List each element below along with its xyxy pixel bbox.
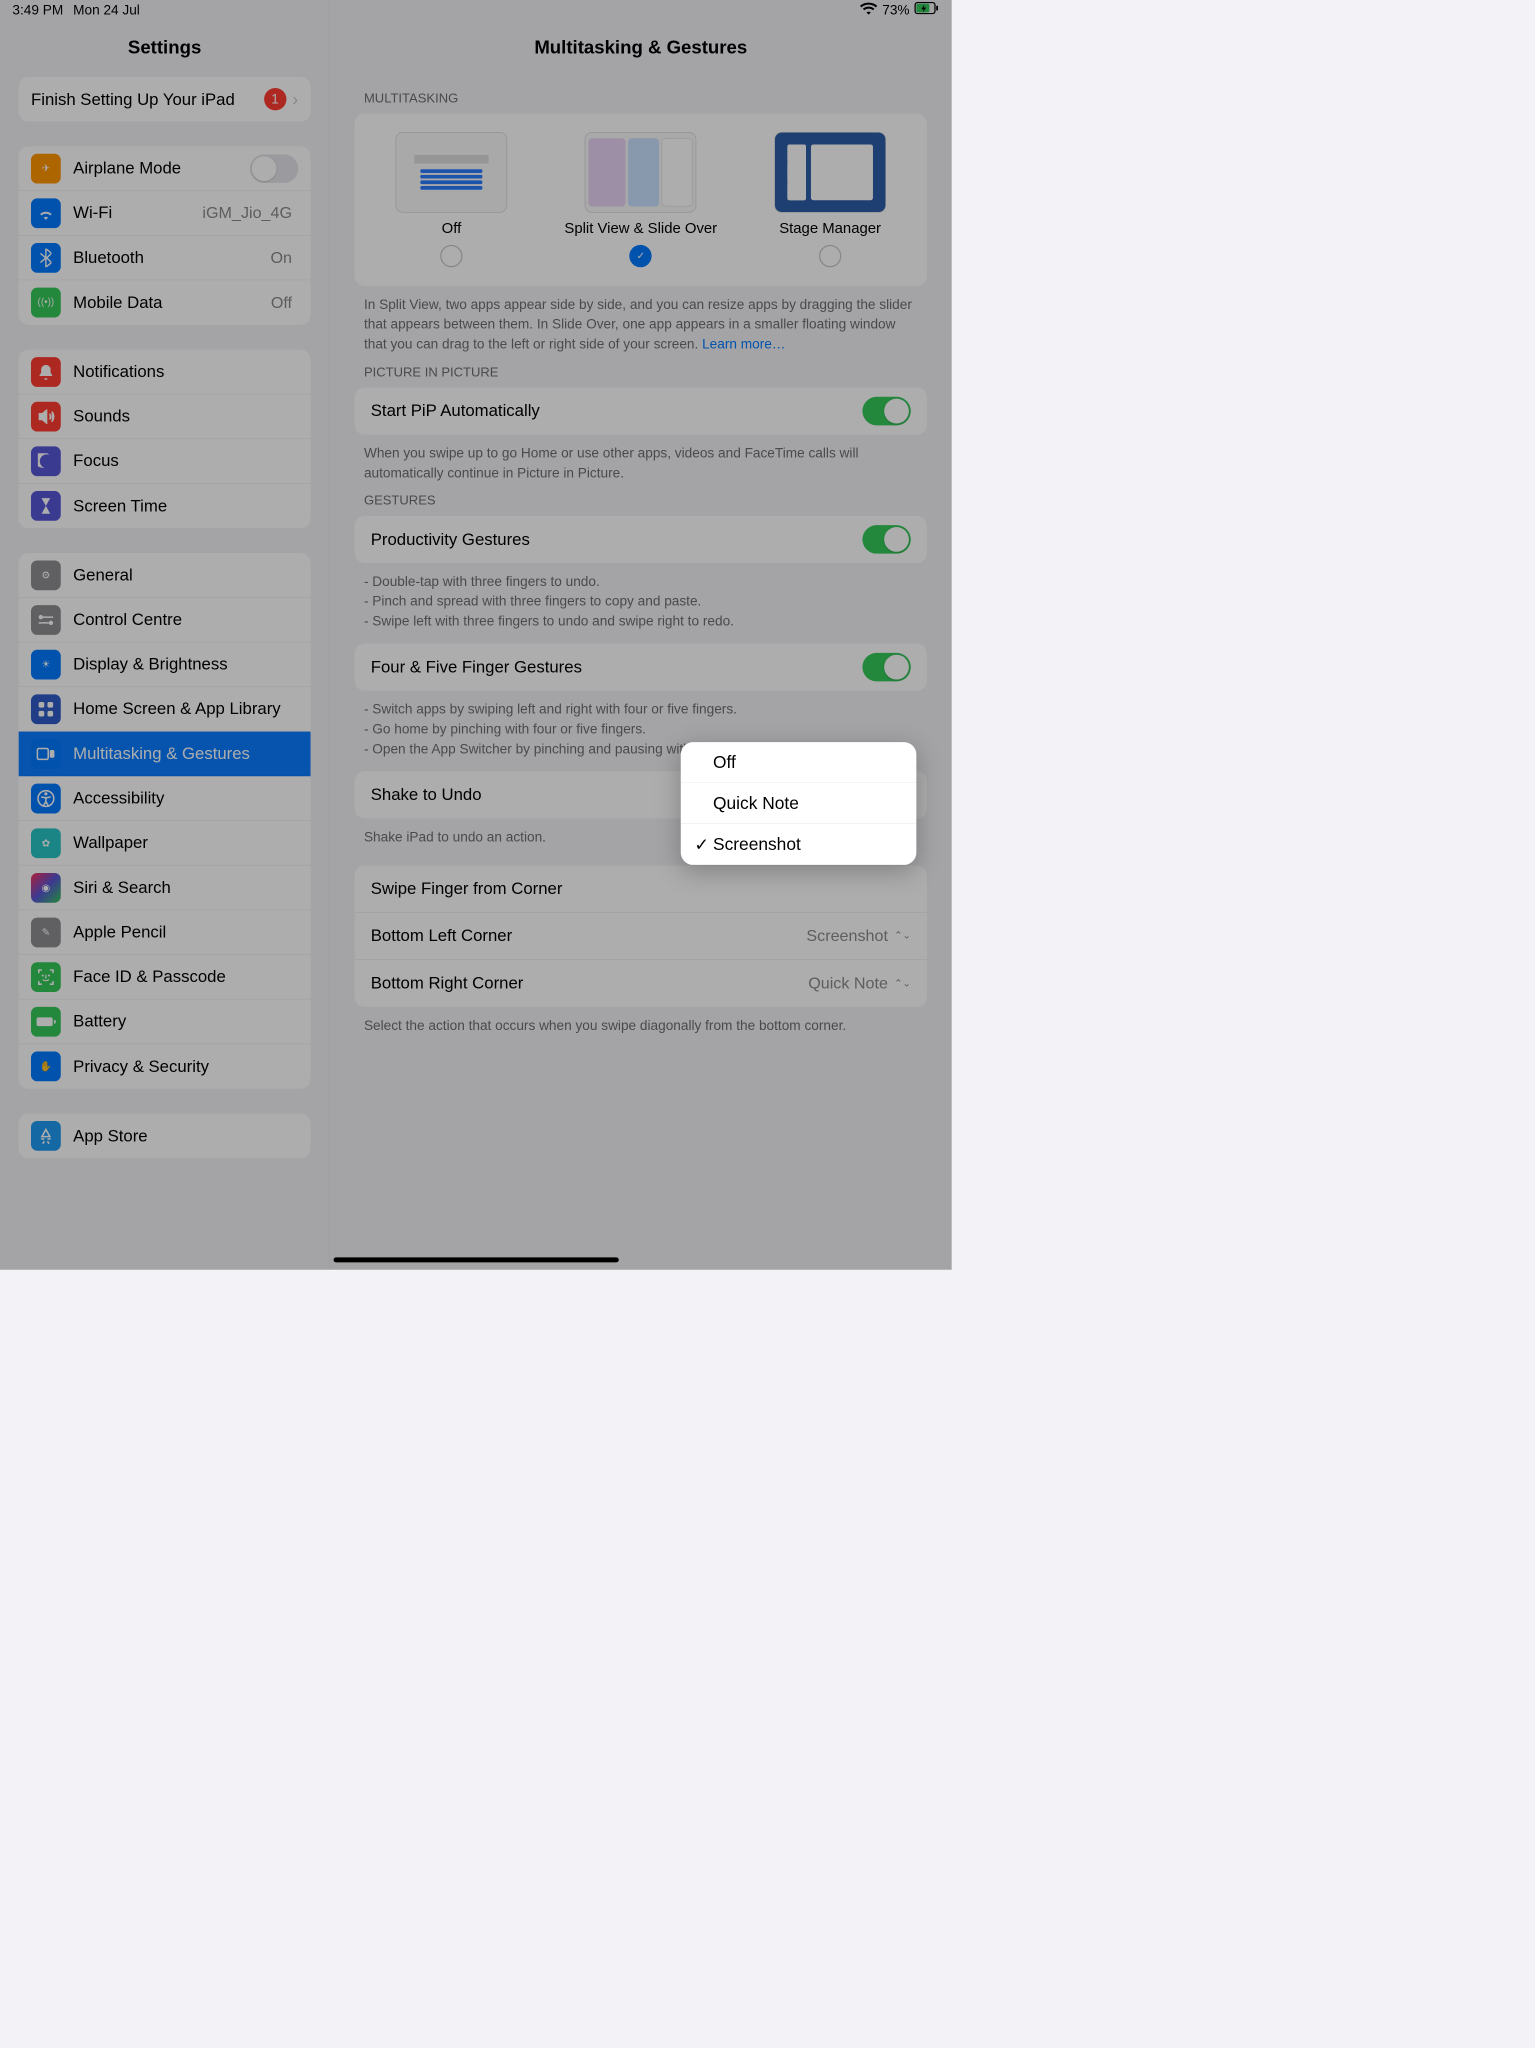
popup-quicknote-label: Quick Note xyxy=(713,793,799,813)
popup-screenshot[interactable]: ✓ Screenshot xyxy=(681,824,917,865)
popup-screenshot-label: Screenshot xyxy=(713,835,801,855)
home-indicator[interactable] xyxy=(333,1257,618,1262)
popup-quicknote[interactable]: Quick Note xyxy=(681,783,917,824)
checkmark-icon: ✓ xyxy=(694,834,713,854)
popup-off[interactable]: Off xyxy=(681,742,917,783)
popup-off-label: Off xyxy=(713,752,736,772)
modal-dim-overlay[interactable] xyxy=(0,0,952,1270)
corner-action-popup: Off Quick Note ✓ Screenshot xyxy=(681,742,917,865)
